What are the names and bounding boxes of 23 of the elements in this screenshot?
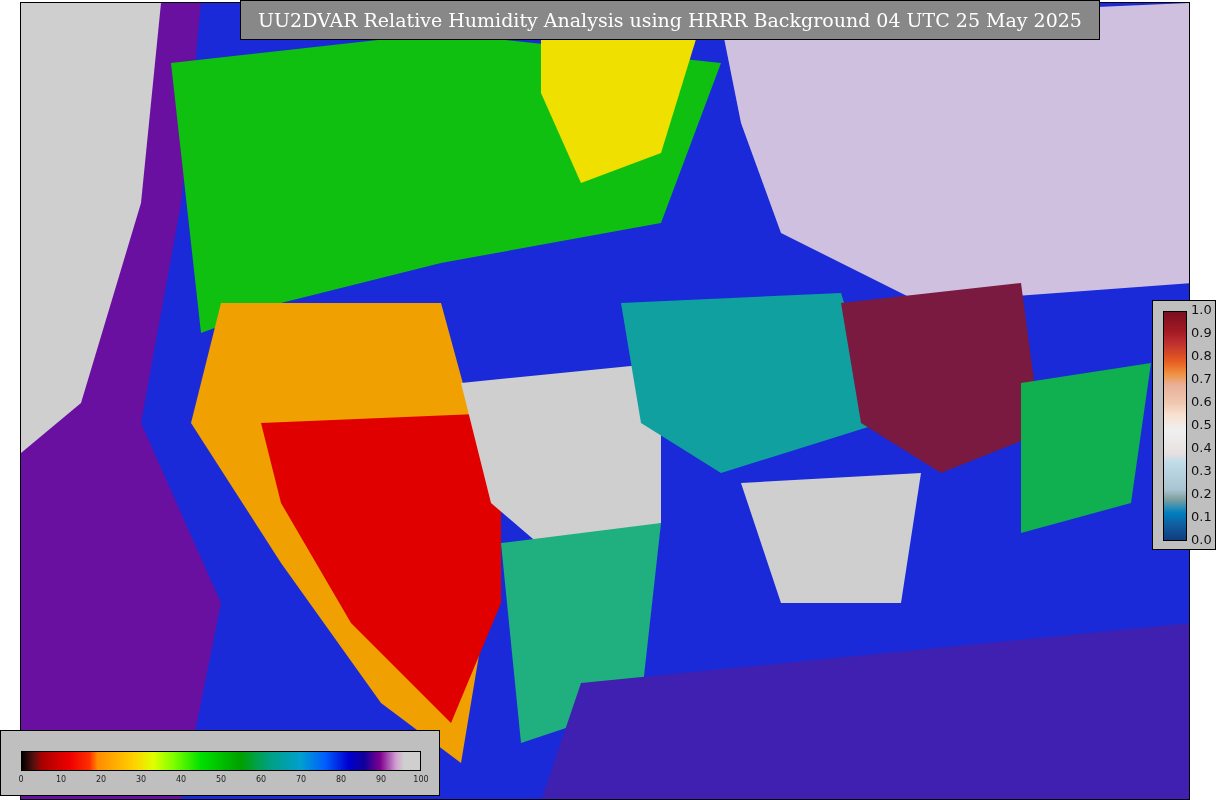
scale-label: 20 — [95, 775, 107, 784]
scale-label: 0.2 — [1191, 486, 1212, 502]
scale-label: 40 — [175, 775, 187, 784]
scale-label: 0.1 — [1191, 509, 1212, 525]
scale-label: 0 — [18, 775, 24, 784]
scale-label: 50 — [215, 775, 227, 784]
scale-label: 0.8 — [1191, 348, 1212, 364]
scale-label: 1.0 — [1191, 302, 1212, 318]
scale-label: 0.4 — [1191, 440, 1212, 456]
scale-label: 0.7 — [1191, 371, 1212, 387]
scale-label: 0.6 — [1191, 394, 1212, 410]
scale-label: 0.0 — [1191, 532, 1212, 548]
scale-label: 80 — [335, 775, 347, 784]
scale-label: 0.3 — [1191, 463, 1212, 479]
scale-label: 10 — [55, 775, 67, 784]
scale-label: 70 — [295, 775, 307, 784]
scale-label: 0.5 — [1191, 417, 1212, 433]
scale-label: 60 — [255, 775, 267, 784]
scale-label: 90 — [375, 775, 387, 784]
scale-label: 100 — [413, 775, 429, 784]
map-title: UU2DVAR Relative Humidity Analysis using HRRR Background 04 UTC 25 May 2025 — [240, 0, 1100, 40]
scale-label: 0.9 — [1191, 325, 1212, 341]
scale-label: 30 — [135, 775, 147, 784]
